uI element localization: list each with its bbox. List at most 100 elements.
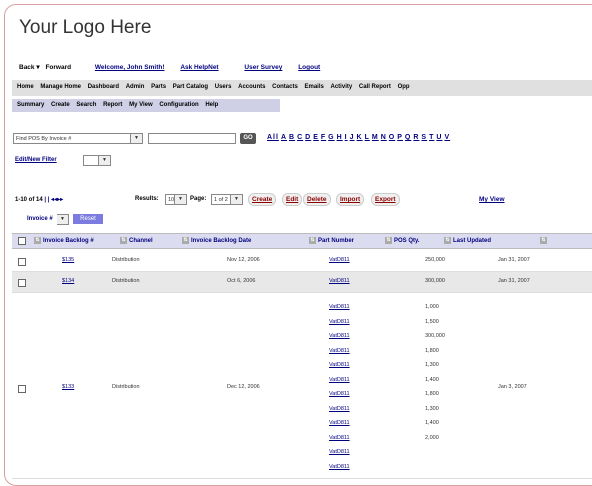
- reset-button[interactable]: Reset: [73, 214, 103, 224]
- export-button[interactable]: Export: [371, 193, 400, 206]
- part-number-link[interactable]: VatD811: [329, 391, 350, 397]
- row-checkbox[interactable]: [18, 385, 26, 393]
- column-last-updated[interactable]: ⇅ Last Updated: [444, 237, 491, 244]
- alpha-link[interactable]: J: [350, 134, 355, 141]
- column-part-number[interactable]: ⇅ Part Number: [309, 237, 354, 244]
- menu-item-opp[interactable]: Opp: [393, 80, 410, 90]
- row-checkbox[interactable]: [18, 279, 26, 287]
- alpha-link[interactable]: D: [305, 134, 311, 141]
- alpha-link[interactable]: S: [421, 134, 427, 141]
- alpha-link[interactable]: Q: [405, 134, 411, 141]
- alpha-link[interactable]: A: [281, 134, 287, 141]
- page-select[interactable]: 1 of 2 ▼: [211, 194, 243, 205]
- column-pos-qty[interactable]: ⇅ POS Qty.: [385, 237, 420, 244]
- part-number-link[interactable]: VatD811: [329, 420, 350, 426]
- submenu-configuration[interactable]: Configuration: [154, 99, 198, 108]
- submenu-search[interactable]: Search: [71, 99, 96, 108]
- alpha-link[interactable]: P: [397, 134, 403, 141]
- ask-helpnet-link[interactable]: Ask HelpNet: [180, 64, 218, 71]
- alpha-link[interactable]: G: [328, 134, 334, 141]
- alpha-link[interactable]: I: [345, 134, 348, 141]
- menu-item-contacts[interactable]: Contacts: [267, 80, 298, 90]
- part-number-link[interactable]: VatD811: [329, 257, 350, 263]
- sort-icon[interactable]: ⇅: [34, 237, 41, 244]
- menu-item-admin[interactable]: Admin: [121, 80, 145, 90]
- alpha-link[interactable]: E: [313, 134, 319, 141]
- create-button[interactable]: Create: [248, 193, 277, 206]
- alpha-link[interactable]: C: [297, 134, 303, 141]
- menu-item-emails[interactable]: Emails: [299, 80, 323, 90]
- menu-item-accounts[interactable]: Accounts: [233, 80, 265, 90]
- invoice-filter-select[interactable]: ▼: [57, 214, 69, 225]
- welcome-link[interactable]: Welcome, John Smith!: [95, 64, 165, 71]
- import-button[interactable]: Import: [336, 193, 365, 206]
- part-number-link[interactable]: VatD811: [329, 304, 350, 310]
- part-number-link[interactable]: VatD811: [329, 464, 350, 470]
- my-view-link[interactable]: My View: [479, 196, 505, 203]
- part-number-link[interactable]: VatD811: [329, 319, 350, 325]
- part-number-link[interactable]: VatD811: [329, 377, 350, 383]
- alpha-link[interactable]: M: [372, 134, 379, 141]
- filter-select[interactable]: ▼: [83, 155, 111, 166]
- sort-icon[interactable]: ⇅: [444, 237, 451, 244]
- submenu-help[interactable]: Help: [200, 99, 218, 108]
- sort-icon[interactable]: ⇅: [182, 237, 189, 244]
- submenu-summary[interactable]: Summary: [12, 99, 44, 108]
- part-number-link[interactable]: VatD811: [329, 348, 350, 354]
- table-row[interactable]: $135 Distribution Nov 12, 2006 Jan 31, 2007…: [12, 251, 592, 272]
- user-survey-link[interactable]: User Survey: [244, 64, 282, 71]
- part-number-link[interactable]: VatD811: [329, 406, 350, 412]
- menu-item-manage-home[interactable]: Manage Home: [35, 80, 81, 90]
- submenu-create[interactable]: Create: [46, 99, 70, 108]
- menu-item-dashboard[interactable]: Dashboard: [83, 80, 119, 90]
- nav-arrows-icon[interactable]: | | ◂◂▸▸: [44, 197, 63, 203]
- menu-item-part-catalog[interactable]: Part Catalog: [168, 80, 208, 90]
- delete-button[interactable]: Delete: [303, 193, 331, 206]
- alpha-link[interactable]: T: [429, 134, 434, 141]
- select-all-checkbox[interactable]: [18, 237, 26, 245]
- part-number-link[interactable]: VatD811: [329, 435, 350, 441]
- part-number-link[interactable]: VatD811: [329, 362, 350, 368]
- menu-item-home[interactable]: Home: [12, 80, 34, 90]
- column-invoice-date[interactable]: ⇅ Invoice Backlog Date: [182, 237, 251, 244]
- submenu-my-view[interactable]: My View: [124, 99, 153, 108]
- menu-item-call-report[interactable]: Call Report: [354, 80, 391, 90]
- alpha-link[interactable]: F: [321, 134, 326, 141]
- submenu-report[interactable]: Report: [98, 99, 122, 108]
- invoice-link[interactable]: $135: [62, 257, 74, 263]
- alpha-link[interactable]: U: [436, 134, 442, 141]
- row-checkbox[interactable]: [18, 258, 26, 266]
- alpha-link[interactable]: V: [444, 134, 450, 141]
- sort-icon[interactable]: ⇅: [120, 237, 127, 244]
- invoice-link[interactable]: $134: [62, 278, 74, 284]
- search-input[interactable]: [148, 133, 236, 144]
- back-button[interactable]: Back ▾: [19, 64, 40, 71]
- column-extra[interactable]: ⇅: [540, 237, 549, 244]
- search-type-select[interactable]: Find POS By Invoice # ▼: [13, 133, 143, 144]
- logout-link[interactable]: Logout: [298, 64, 320, 71]
- alpha-link[interactable]: O: [389, 134, 395, 141]
- alpha-link[interactable]: K: [357, 134, 363, 141]
- go-button[interactable]: GO: [240, 133, 256, 144]
- table-row[interactable]: $133 Distribution Dec 12, 2006 Jan 3, 2007 V…: [12, 298, 592, 479]
- menu-item-parts[interactable]: Parts: [146, 80, 166, 90]
- alpha-link[interactable]: All: [267, 134, 279, 141]
- column-channel[interactable]: ⇅ Channel: [120, 237, 153, 244]
- menu-item-users[interactable]: Users: [210, 80, 232, 90]
- edit-filter-link[interactable]: Edit/New Filter: [15, 157, 57, 163]
- alpha-link[interactable]: L: [365, 134, 370, 141]
- alpha-link[interactable]: H: [337, 134, 343, 141]
- sort-icon[interactable]: ⇅: [309, 237, 316, 244]
- part-number-link[interactable]: VatD811: [329, 333, 350, 339]
- results-select[interactable]: 10 ▼: [165, 194, 187, 205]
- sort-icon[interactable]: ⇅: [385, 237, 392, 244]
- menu-item-activity[interactable]: Activity: [326, 80, 353, 90]
- alpha-link[interactable]: N: [381, 134, 387, 141]
- forward-button[interactable]: Forward: [45, 64, 71, 71]
- invoice-link[interactable]: $133: [62, 384, 74, 390]
- edit-button[interactable]: Edit: [282, 193, 303, 206]
- alpha-link[interactable]: B: [289, 134, 295, 141]
- part-number-link[interactable]: VatD811: [329, 449, 350, 455]
- part-number-link[interactable]: VatD811: [329, 278, 350, 284]
- column-invoice-backlog[interactable]: ⇅ Invoice Backlog #: [34, 237, 94, 244]
